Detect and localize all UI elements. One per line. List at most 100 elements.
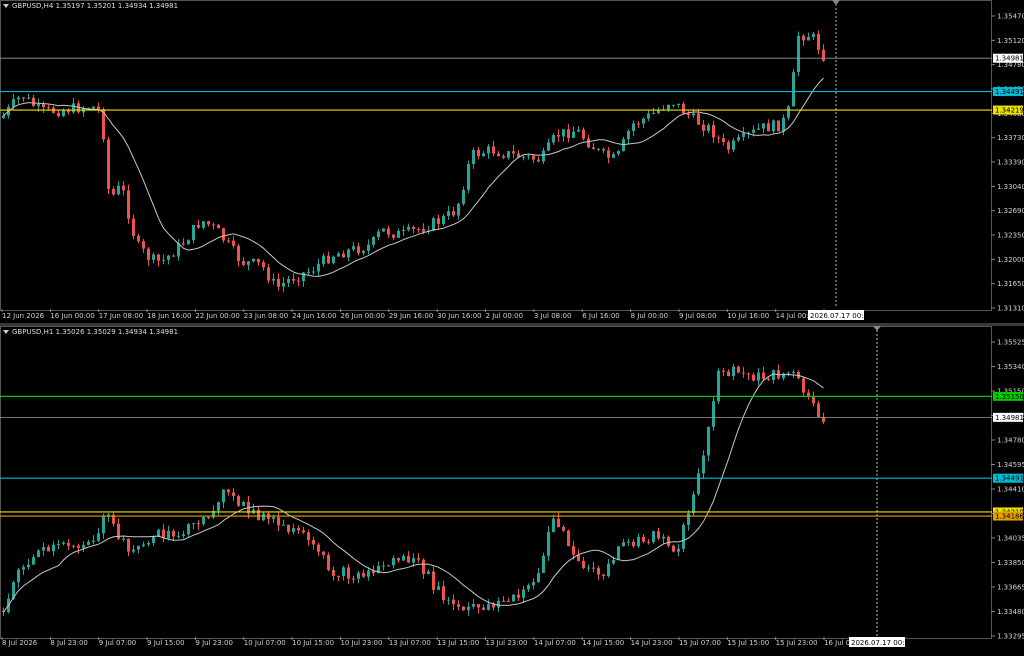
candle-body [627, 130, 630, 140]
h1-chart-pane[interactable]: GBPUSD,H1 1.35026 1.35029 1.34934 1.3498… [0, 326, 1024, 652]
candle-body [362, 250, 365, 254]
candle-body [337, 253, 340, 257]
candle-body [412, 558, 415, 563]
price-level-tag-label: 1.34491 [995, 88, 1024, 96]
candle-body [287, 278, 290, 283]
candle-body [327, 255, 330, 264]
price-axis-label: 1.32350 [997, 232, 1024, 240]
candle-body [677, 103, 680, 105]
time-axis-label: 8 Jul 23:00 [50, 639, 88, 647]
candle-body [17, 97, 20, 100]
h4-chart-title: GBPUSD,H4 1.35197 1.35201 1.34934 1.3498… [3, 2, 178, 10]
candle-body [292, 278, 295, 281]
candle-body [667, 104, 670, 110]
candle-body [137, 546, 140, 550]
candle-body [447, 211, 450, 216]
time-axis-label: 15 Jul 23:00 [776, 639, 818, 647]
candle-body [472, 604, 475, 607]
candle-body [642, 118, 645, 124]
candle-body [692, 113, 695, 116]
candle-body [537, 572, 540, 583]
candle-body [532, 582, 535, 586]
candle-body [282, 282, 285, 287]
candle-body [422, 228, 425, 232]
candle-body [72, 103, 75, 113]
candle-body [792, 72, 795, 107]
candle-body [602, 148, 605, 151]
candle-body [252, 258, 255, 262]
candle-body [92, 540, 95, 542]
h4-chart-canvas[interactable]: 1.354701.351201.347801.344301.340801.337… [0, 0, 1024, 324]
time-axis-label: 9 Jul 15:00 [147, 639, 185, 647]
candle-body [552, 518, 555, 533]
candle-body [297, 280, 300, 282]
candle-body [57, 112, 60, 117]
candle-body [157, 254, 160, 261]
time-axis-label: 30 Jun 16:00 [437, 312, 481, 320]
candle-body [647, 113, 650, 119]
candle-body [542, 555, 545, 573]
candle-body [212, 224, 215, 226]
candle-body [687, 113, 690, 116]
candle-body [572, 131, 575, 138]
candle-body [127, 538, 130, 552]
candle-body [407, 226, 410, 230]
time-axis-label: 15 Jul 07:00 [679, 639, 721, 647]
time-axis-label: 18 Jun 16:00 [147, 312, 191, 320]
candle-body [767, 123, 770, 132]
candle-body [187, 240, 190, 245]
candle-body [272, 278, 275, 281]
price-axis-label: 1.33665 [997, 584, 1024, 592]
candle-body [587, 567, 590, 569]
candle-body [132, 549, 135, 552]
candle-body [607, 563, 610, 577]
h4-chart-pane[interactable]: GBPUSD,H4 1.35197 1.35201 1.34934 1.3498… [0, 0, 1024, 324]
candle-body [217, 224, 220, 229]
price-axis-label: 1.32000 [997, 256, 1024, 264]
candle-body [202, 221, 205, 228]
candle-body [752, 374, 755, 381]
candle-body [207, 221, 210, 225]
candle-body [707, 124, 710, 131]
candle-body [482, 607, 485, 610]
collapse-triangle-icon[interactable] [3, 4, 9, 8]
candle-body [802, 35, 805, 41]
candle-body [232, 240, 235, 246]
candle-body [22, 567, 25, 570]
candle-body [167, 255, 170, 260]
candle-body [272, 517, 275, 519]
candle-body [42, 104, 45, 108]
price-axis-label: 1.34595 [997, 461, 1024, 469]
candle-body [667, 536, 670, 546]
price-axis-label: 1.34035 [997, 535, 1024, 543]
candle-body [202, 517, 205, 525]
candle-body [147, 248, 150, 260]
candle-body [702, 124, 705, 131]
candle-body [57, 544, 60, 546]
price-level-tag-label: 1.34981 [995, 414, 1024, 422]
candle-body [152, 536, 155, 544]
candle-body [192, 523, 195, 525]
price-level-tag-label: 1.35150 [995, 393, 1024, 401]
candle-body [717, 137, 720, 139]
candle-body [177, 535, 180, 537]
candle-body [242, 261, 245, 265]
candle-body [457, 604, 460, 607]
price-axis-label: 1.35340 [997, 363, 1024, 371]
candle-body [47, 546, 50, 552]
candle-body [637, 123, 640, 125]
candle-body [52, 544, 55, 552]
cursor-time-label: 2026.07.17 00:00 [851, 639, 913, 647]
time-axis-label: 10 Jul 16:00 [727, 312, 769, 320]
candle-body [757, 128, 760, 130]
candle-body [412, 226, 415, 229]
candle-body [42, 546, 45, 551]
candle-body [307, 532, 310, 540]
h1-chart-canvas[interactable]: 1.355251.353401.351501.349651.347801.345… [0, 326, 1024, 652]
candle-body [402, 229, 405, 231]
candle-body [657, 531, 660, 539]
candle-body [632, 123, 635, 131]
candle-body [112, 188, 115, 195]
candle-body [462, 606, 465, 611]
collapse-triangle-icon[interactable] [3, 330, 9, 334]
